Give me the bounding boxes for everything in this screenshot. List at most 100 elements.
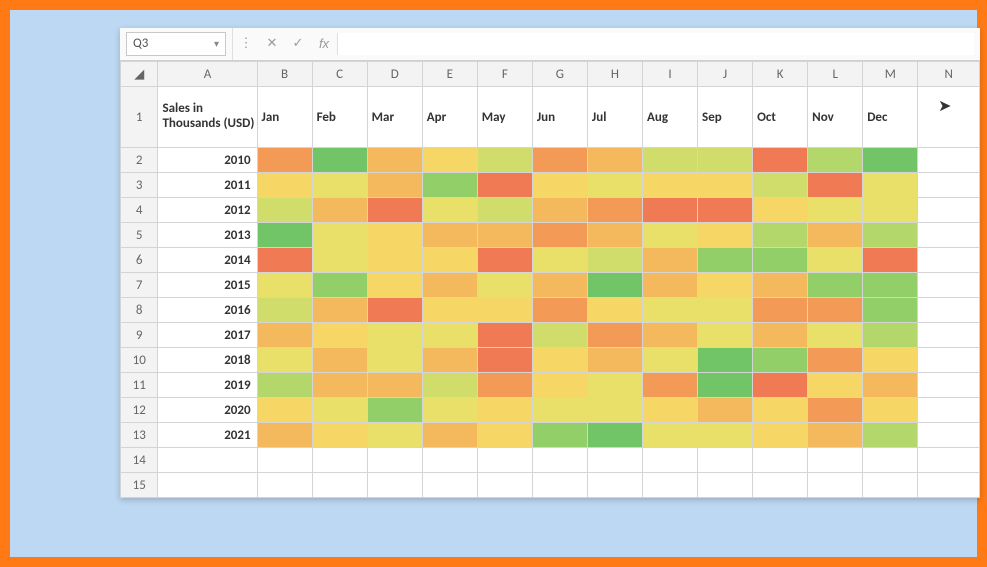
heat-cell[interactable] [422, 398, 477, 423]
heat-cell[interactable] [808, 373, 863, 398]
heat-cell[interactable] [367, 273, 422, 298]
heat-cell[interactable] [808, 298, 863, 323]
heat-cell[interactable] [808, 248, 863, 273]
heat-cell[interactable] [257, 423, 312, 448]
cell[interactable] [918, 373, 980, 398]
heat-cell[interactable] [698, 223, 753, 248]
heat-cell[interactable] [477, 248, 532, 273]
heat-cell[interactable] [753, 373, 808, 398]
heat-cell[interactable] [753, 198, 808, 223]
cell[interactable] [918, 273, 980, 298]
row-header[interactable]: 15 [121, 473, 158, 498]
heat-cell[interactable] [477, 373, 532, 398]
heat-cell[interactable] [532, 348, 587, 373]
heat-cell[interactable] [698, 198, 753, 223]
cell[interactable] [158, 448, 257, 473]
heat-cell[interactable] [863, 323, 918, 348]
cell[interactable] [918, 248, 980, 273]
heat-cell[interactable] [477, 273, 532, 298]
heat-cell[interactable] [753, 348, 808, 373]
heat-cell[interactable] [477, 198, 532, 223]
heat-cell[interactable] [312, 198, 367, 223]
row-header[interactable]: 3 [121, 173, 158, 198]
heat-cell[interactable] [753, 323, 808, 348]
cell[interactable] [587, 448, 642, 473]
year-cell[interactable]: 2011 [158, 173, 257, 198]
month-header[interactable]: May [477, 87, 532, 148]
month-header[interactable]: Nov [808, 87, 863, 148]
heat-cell[interactable] [532, 248, 587, 273]
heat-cell[interactable] [422, 423, 477, 448]
year-cell[interactable]: 2016 [158, 298, 257, 323]
heat-cell[interactable] [698, 348, 753, 373]
cell[interactable] [918, 223, 980, 248]
heat-cell[interactable] [808, 423, 863, 448]
heat-cell[interactable] [367, 198, 422, 223]
month-header[interactable]: Mar [367, 87, 422, 148]
heat-cell[interactable] [808, 148, 863, 173]
heat-cell[interactable] [642, 198, 697, 223]
cell[interactable] [312, 473, 367, 498]
heat-cell[interactable] [477, 298, 532, 323]
heat-cell[interactable] [587, 273, 642, 298]
cell[interactable] [698, 448, 753, 473]
column-header-L[interactable]: L [808, 62, 863, 87]
heat-cell[interactable] [642, 323, 697, 348]
select-all-corner[interactable]: ◢ [121, 62, 158, 87]
heat-cell[interactable] [642, 248, 697, 273]
year-cell[interactable]: 2018 [158, 348, 257, 373]
heat-cell[interactable] [477, 398, 532, 423]
row-header[interactable]: 10 [121, 348, 158, 373]
heat-cell[interactable] [642, 223, 697, 248]
heat-cell[interactable] [808, 348, 863, 373]
heat-cell[interactable] [312, 173, 367, 198]
row-header[interactable]: 9 [121, 323, 158, 348]
cell[interactable] [918, 198, 980, 223]
heat-cell[interactable] [753, 298, 808, 323]
heat-cell[interactable] [808, 223, 863, 248]
heat-cell[interactable] [642, 148, 697, 173]
row-header[interactable]: 12 [121, 398, 158, 423]
heat-cell[interactable] [863, 248, 918, 273]
heat-cell[interactable] [587, 248, 642, 273]
cell[interactable] [532, 473, 587, 498]
title-cell[interactable]: Sales in Thousands (USD) [158, 87, 257, 148]
grid[interactable]: ◢ ABCDEFGHIJKLMN 1Sales in Thousands (US… [120, 61, 980, 498]
heat-cell[interactable] [642, 423, 697, 448]
heat-cell[interactable] [477, 423, 532, 448]
heat-cell[interactable] [698, 148, 753, 173]
heat-cell[interactable] [532, 398, 587, 423]
cancel-icon[interactable]: ✕ [259, 28, 285, 60]
cell[interactable] [753, 473, 808, 498]
heat-cell[interactable] [808, 323, 863, 348]
cell[interactable] [642, 448, 697, 473]
heat-cell[interactable] [587, 398, 642, 423]
heat-cell[interactable] [532, 323, 587, 348]
cell[interactable] [367, 448, 422, 473]
heat-cell[interactable] [753, 173, 808, 198]
heat-cell[interactable] [698, 423, 753, 448]
cell[interactable] [863, 448, 918, 473]
row-header[interactable]: 6 [121, 248, 158, 273]
heat-cell[interactable] [753, 223, 808, 248]
heat-cell[interactable] [753, 248, 808, 273]
heat-cell[interactable] [532, 273, 587, 298]
heat-cell[interactable] [257, 398, 312, 423]
heat-cell[interactable] [257, 173, 312, 198]
heat-cell[interactable] [642, 373, 697, 398]
cell[interactable] [422, 473, 477, 498]
row-header[interactable]: 7 [121, 273, 158, 298]
heat-cell[interactable] [863, 223, 918, 248]
month-header[interactable]: Sep [698, 87, 753, 148]
cell[interactable] [587, 473, 642, 498]
month-header[interactable]: Dec [863, 87, 918, 148]
heat-cell[interactable] [808, 198, 863, 223]
year-cell[interactable]: 2012 [158, 198, 257, 223]
row-header[interactable]: 14 [121, 448, 158, 473]
column-header-N[interactable]: N [918, 62, 980, 87]
cell[interactable] [918, 398, 980, 423]
heat-cell[interactable] [587, 298, 642, 323]
year-cell[interactable]: 2014 [158, 248, 257, 273]
heat-cell[interactable] [698, 298, 753, 323]
column-header-I[interactable]: I [642, 62, 697, 87]
